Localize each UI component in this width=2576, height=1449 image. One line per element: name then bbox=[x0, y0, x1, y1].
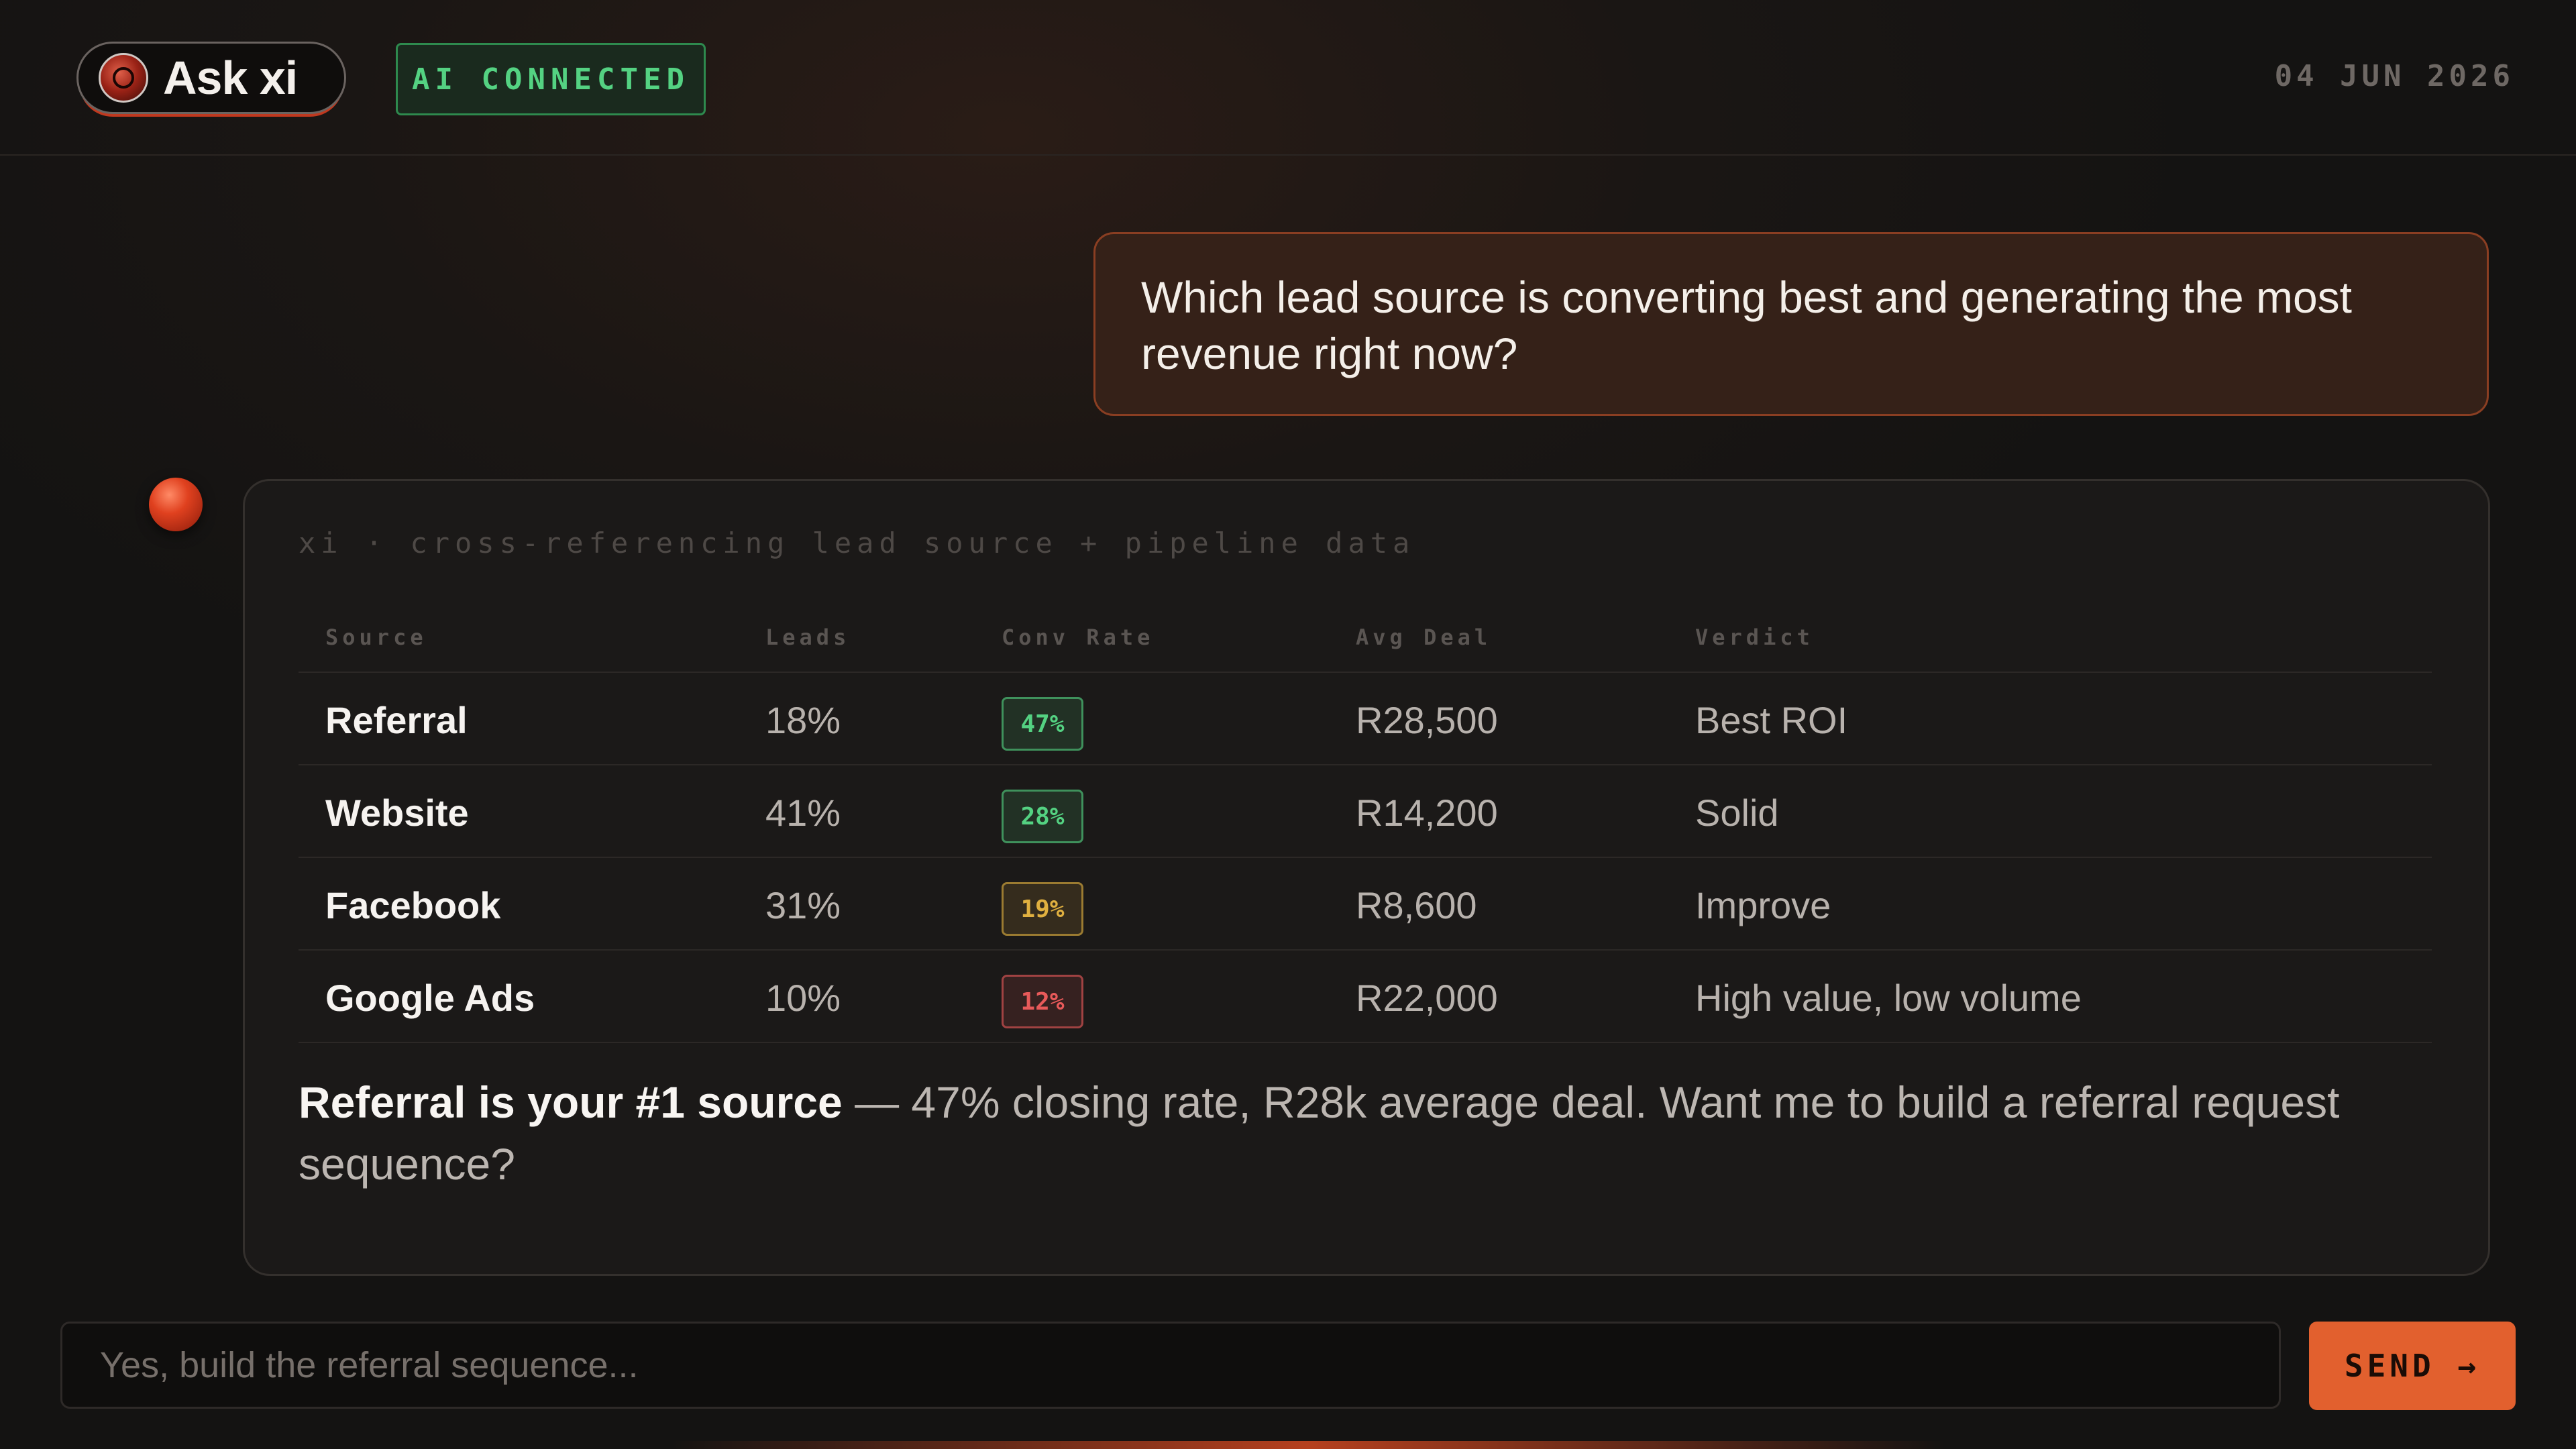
lead-source-table: Source Leads Conv Rate Avg Deal Verdict … bbox=[299, 606, 2432, 1043]
message-input[interactable] bbox=[60, 1322, 2281, 1409]
column-header-avg-deal: Avg Deal bbox=[1356, 625, 1492, 650]
conv-rate-badge: 19% bbox=[1002, 882, 1083, 936]
row-leads: 31% bbox=[765, 884, 841, 926]
table-row: Google Ads 10% 12% R22,000 High value, l… bbox=[299, 951, 2432, 1043]
row-avg-deal: R28,500 bbox=[1356, 699, 1498, 741]
conv-rate-badge: 47% bbox=[1002, 697, 1083, 751]
user-message-bubble: Which lead source is converting best and… bbox=[1093, 232, 2489, 416]
ai-avatar-icon bbox=[149, 478, 203, 531]
ai-summary: Referral is your #1 source — 47% closing… bbox=[299, 1071, 2418, 1195]
header-date: 04 JUN 2026 bbox=[2274, 59, 2514, 93]
row-leads: 41% bbox=[765, 792, 841, 834]
ai-status-badge: AI CONNECTED bbox=[396, 43, 706, 115]
app-logo[interactable]: Ask xi bbox=[76, 42, 346, 114]
table-row: Facebook 31% 19% R8,600 Improve bbox=[299, 858, 2432, 951]
row-verdict: Solid bbox=[1695, 792, 1779, 834]
conv-rate-badge: 12% bbox=[1002, 975, 1083, 1028]
row-leads: 10% bbox=[765, 977, 841, 1019]
column-header-verdict: Verdict bbox=[1695, 625, 1814, 650]
bottom-glow bbox=[671, 1441, 1945, 1449]
row-avg-deal: R22,000 bbox=[1356, 977, 1498, 1019]
row-avg-deal: R8,600 bbox=[1356, 884, 1477, 926]
column-header-source: Source bbox=[325, 625, 427, 650]
row-source: Google Ads bbox=[325, 977, 535, 1019]
row-verdict: Best ROI bbox=[1695, 699, 1848, 741]
orb-logo-icon bbox=[99, 53, 148, 103]
table-row: Website 41% 28% R14,200 Solid bbox=[299, 765, 2432, 858]
row-leads: 18% bbox=[765, 699, 841, 741]
row-verdict: Improve bbox=[1695, 884, 1831, 926]
table-header: Source Leads Conv Rate Avg Deal Verdict bbox=[299, 606, 2432, 673]
row-avg-deal: R14,200 bbox=[1356, 792, 1498, 834]
send-button[interactable]: SEND → bbox=[2309, 1322, 2516, 1410]
top-bar: Ask xi AI CONNECTED 04 JUN 2026 bbox=[0, 0, 2576, 156]
row-verdict: High value, low volume bbox=[1695, 977, 2082, 1019]
column-header-conv-rate: Conv Rate bbox=[1002, 625, 1155, 650]
app-name: Ask xi bbox=[163, 52, 298, 104]
row-source: Website bbox=[325, 792, 469, 834]
column-header-leads: Leads bbox=[765, 625, 851, 650]
row-source: Facebook bbox=[325, 884, 501, 926]
conv-rate-badge: 28% bbox=[1002, 790, 1083, 843]
table-row: Referral 18% 47% R28,500 Best ROI bbox=[299, 673, 2432, 765]
ai-caption: xi · cross-referencing lead source + pip… bbox=[299, 527, 1415, 559]
ai-response-card: xi · cross-referencing lead source + pip… bbox=[243, 479, 2490, 1276]
row-source: Referral bbox=[325, 699, 468, 741]
summary-lead: Referral is your #1 source bbox=[299, 1077, 843, 1127]
